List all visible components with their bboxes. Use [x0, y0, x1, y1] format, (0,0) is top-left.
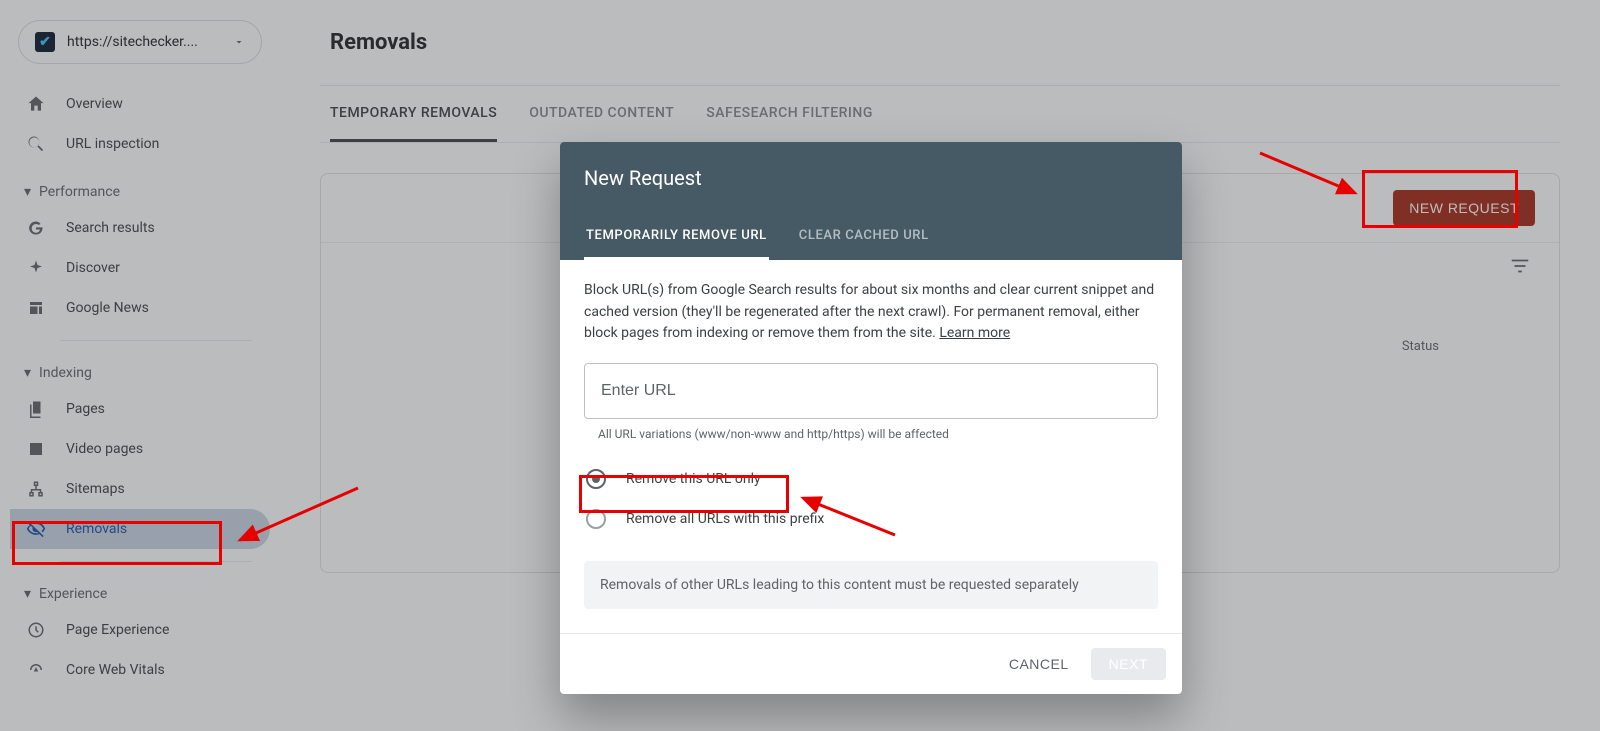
radio-label: Remove all URLs with this prefix	[626, 511, 824, 527]
next-button[interactable]: NEXT	[1091, 648, 1166, 680]
dialog-header: New Request TEMPORARILY REMOVE URL CLEAR…	[560, 142, 1182, 260]
radio-remove-url-only[interactable]: Remove this URL only	[584, 459, 1158, 499]
radio-label: Remove this URL only	[626, 471, 761, 487]
radio-remove-prefix[interactable]: Remove all URLs with this prefix	[584, 499, 1158, 539]
url-helper-text: All URL variations (www/non-www and http…	[598, 427, 1158, 441]
cancel-button[interactable]: CANCEL	[995, 648, 1083, 680]
dialog-tab-temporarily-remove[interactable]: TEMPORARILY REMOVE URL	[584, 214, 769, 260]
dialog-body: Block URL(s) from Google Search results …	[560, 260, 1182, 609]
radio-icon	[586, 469, 606, 489]
new-request-dialog: New Request TEMPORARILY REMOVE URL CLEAR…	[560, 142, 1182, 694]
dialog-description: Block URL(s) from Google Search results …	[584, 280, 1158, 345]
note-box: Removals of other URLs leading to this c…	[584, 561, 1158, 609]
dialog-tabs: TEMPORARILY REMOVE URL CLEAR CACHED URL	[584, 214, 1158, 260]
dialog-actions: CANCEL NEXT	[560, 633, 1182, 694]
description-text: Block URL(s) from Google Search results …	[584, 282, 1154, 341]
dialog-tab-clear-cached[interactable]: CLEAR CACHED URL	[797, 214, 931, 260]
url-input[interactable]	[584, 363, 1158, 419]
learn-more-link[interactable]: Learn more	[939, 325, 1010, 341]
dialog-title: New Request	[584, 166, 1158, 190]
radio-icon	[586, 509, 606, 529]
